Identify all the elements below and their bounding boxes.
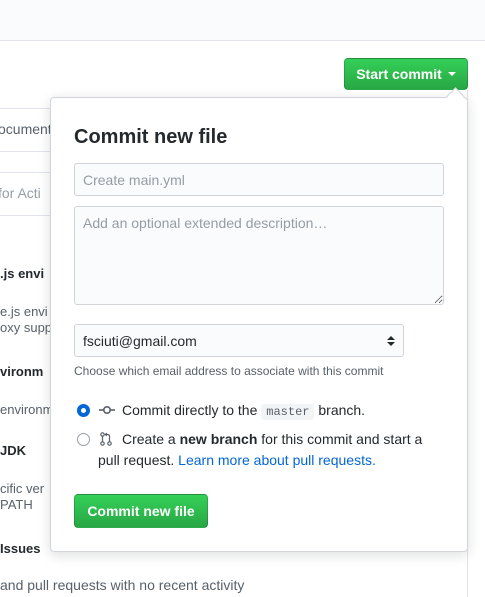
bg-text-issues-desc: and pull requests with no recent activit… xyxy=(0,577,245,593)
bg-text-jdk-title: JDK xyxy=(0,443,27,458)
bg-text-search: for Acti xyxy=(0,185,41,201)
select-arrows-icon xyxy=(387,335,395,346)
top-bar xyxy=(0,0,485,41)
caret-down-icon xyxy=(447,72,456,76)
option-direct-suffix: branch. xyxy=(318,402,366,418)
popover-title: Commit new file xyxy=(74,126,228,148)
bg-text-proxy: oxy supp xyxy=(0,320,53,335)
bg-text-node-env-desc: e.js envi xyxy=(0,304,48,319)
bg-text-environment-desc: environm xyxy=(0,402,54,417)
bg-text-node-env-title: .js envi xyxy=(0,266,45,281)
option-new-line2-prefix: pull request. xyxy=(98,452,175,468)
commit-summary-input[interactable] xyxy=(74,163,444,196)
git-commit-icon xyxy=(99,405,115,415)
bg-text-environment-title: vironm xyxy=(0,364,44,379)
bg-text-path: PATH xyxy=(0,497,33,512)
bg-text-issues-title: Issues xyxy=(0,541,41,556)
commit-new-file-button[interactable]: Commit new file xyxy=(74,494,208,528)
learn-more-link[interactable]: Learn more about pull requests. xyxy=(178,452,376,468)
commit-new-file-label: Commit new file xyxy=(87,503,195,519)
start-commit-label: Start commit xyxy=(356,66,442,82)
email-select[interactable]: fsciuti@gmail.com xyxy=(74,324,404,357)
radio-commit-direct[interactable] xyxy=(77,404,90,417)
radio-new-branch[interactable] xyxy=(77,433,90,446)
start-commit-button[interactable]: Start commit xyxy=(344,58,468,90)
option-direct-prefix: Commit directly to the xyxy=(122,402,258,418)
bg-text-jdk-desc: cific ver xyxy=(0,481,45,496)
option-new-bold: new branch xyxy=(179,431,258,447)
option-new-middle: for this commit and start a xyxy=(261,431,423,447)
git-pull-request-icon xyxy=(100,432,112,446)
branch-name: master xyxy=(261,404,315,420)
email-select-value: fsciuti@gmail.com xyxy=(83,332,197,349)
email-note: Choose which email address to associate … xyxy=(74,364,384,378)
bg-text-document: ocument xyxy=(0,121,52,137)
option-new-prefix: Create a xyxy=(122,431,176,447)
option-direct-text: Commit directly to the master branch. xyxy=(122,402,366,420)
commit-description-textarea[interactable] xyxy=(74,206,444,305)
option-new-branch-text: Create a new branch for this commit and … xyxy=(122,431,422,447)
option-new-branch-line2: pull request. Learn more about pull requ… xyxy=(98,452,376,468)
